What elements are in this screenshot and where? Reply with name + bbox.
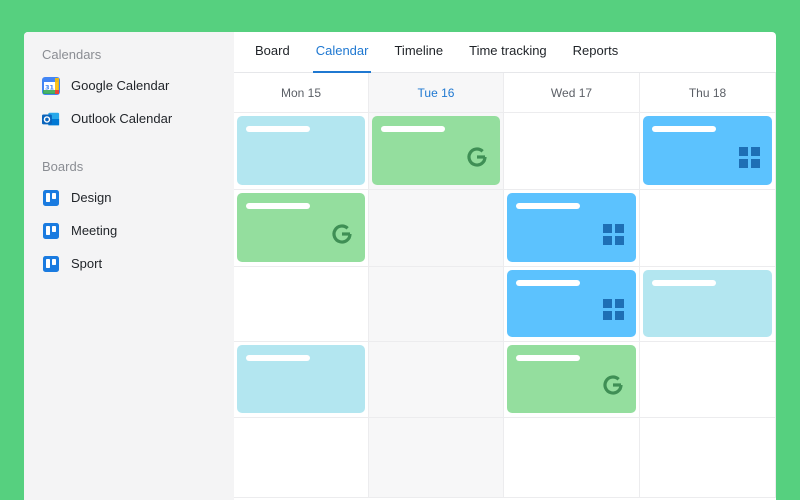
windows-grid-icon xyxy=(603,224,624,250)
sidebar-item-google-calendar[interactable]: 31 Google Calendar xyxy=(24,69,234,102)
day-header: Mon 15 xyxy=(234,73,369,113)
tab-reports[interactable]: Reports xyxy=(560,32,632,72)
trello-icon xyxy=(42,255,60,273)
event-card[interactable] xyxy=(507,270,636,337)
event-card[interactable] xyxy=(643,270,772,337)
sidebar-item-sport[interactable]: Sport xyxy=(24,247,234,280)
event-card[interactable] xyxy=(237,116,365,185)
event-title-placeholder xyxy=(652,280,716,286)
calendar-cell[interactable] xyxy=(234,418,369,498)
calendar-cell[interactable] xyxy=(369,342,504,418)
day-header: Thu 18 xyxy=(640,73,776,113)
calendar-cell[interactable] xyxy=(234,267,369,342)
tab-calendar[interactable]: Calendar xyxy=(303,32,382,73)
google-g-icon xyxy=(602,374,624,401)
event-card[interactable] xyxy=(237,193,365,262)
calendar-cell[interactable] xyxy=(234,113,369,190)
sidebar-item-design[interactable]: Design xyxy=(24,181,234,214)
trello-icon xyxy=(42,189,60,207)
tab-timeline[interactable]: Timeline xyxy=(381,32,456,72)
boards-list: Design Meeting Sport xyxy=(24,181,234,280)
google-g-icon xyxy=(331,223,353,250)
event-title-placeholder xyxy=(516,203,580,209)
event-title-placeholder xyxy=(516,280,580,286)
calendar-cell[interactable] xyxy=(369,190,504,267)
calendar-cell[interactable] xyxy=(504,418,640,498)
calendars-section-title: Calendars xyxy=(42,47,102,62)
google-g-icon xyxy=(466,146,488,173)
event-card[interactable] xyxy=(507,345,636,413)
svg-text:31: 31 xyxy=(45,83,55,91)
calendar-cell[interactable] xyxy=(640,342,776,418)
calendar-cell[interactable] xyxy=(640,418,776,498)
main-panel: Board Calendar Timeline Time tracking Re… xyxy=(234,32,776,500)
boards-section-title: Boards xyxy=(42,159,84,174)
sidebar-item-label: Design xyxy=(71,190,112,205)
calendar-cell[interactable] xyxy=(504,342,640,418)
event-card[interactable] xyxy=(372,116,500,185)
windows-grid-icon xyxy=(603,299,624,325)
windows-grid-icon xyxy=(739,147,760,173)
event-card[interactable] xyxy=(507,193,636,262)
sidebar-item-meeting[interactable]: Meeting xyxy=(24,214,234,247)
event-title-placeholder xyxy=(516,355,580,361)
view-tabs: Board Calendar Timeline Time tracking Re… xyxy=(234,32,776,73)
calendars-list: 31 Google Calendar Outlook Calendar xyxy=(24,69,234,135)
day-header: Tue 16 xyxy=(369,73,504,113)
sidebar-item-outlook-calendar[interactable]: Outlook Calendar xyxy=(24,102,234,135)
sidebar-item-label: Google Calendar xyxy=(71,78,170,93)
calendar-cell[interactable] xyxy=(640,267,776,342)
calendar-cell[interactable] xyxy=(234,190,369,267)
google-calendar-icon: 31 xyxy=(42,76,60,95)
calendar-cell[interactable] xyxy=(234,342,369,418)
sidebar-item-label: Sport xyxy=(71,256,103,271)
event-title-placeholder xyxy=(246,126,310,132)
sidebar: Calendars 31 Google Calendar Outlook Cal… xyxy=(24,32,234,500)
tab-board[interactable]: Board xyxy=(242,32,303,72)
outlook-icon xyxy=(42,110,60,128)
event-card[interactable] xyxy=(643,116,772,185)
event-title-placeholder xyxy=(246,355,310,361)
sidebar-item-label: Meeting xyxy=(71,223,118,238)
calendar-cell[interactable] xyxy=(640,113,776,190)
calendar-cell[interactable] xyxy=(640,190,776,267)
tab-time-tracking[interactable]: Time tracking xyxy=(456,32,560,72)
calendar-cell[interactable] xyxy=(504,267,640,342)
event-title-placeholder xyxy=(381,126,445,132)
trello-icon xyxy=(42,222,60,240)
calendar-cell[interactable] xyxy=(504,113,640,190)
event-title-placeholder xyxy=(246,203,310,209)
event-title-placeholder xyxy=(652,126,716,132)
calendar-cell[interactable] xyxy=(369,267,504,342)
calendar-cell[interactable] xyxy=(369,418,504,498)
calendar-grid: Mon 15 Tue 16 Wed 17 Thu 18 xyxy=(234,73,776,500)
day-header: Wed 17 xyxy=(504,73,640,113)
app-window: Calendars 31 Google Calendar Outlook Cal… xyxy=(24,32,776,500)
event-card[interactable] xyxy=(237,345,365,413)
calendar-cell[interactable] xyxy=(504,190,640,267)
sidebar-item-label: Outlook Calendar xyxy=(71,111,173,126)
calendar-cell[interactable] xyxy=(369,113,504,190)
